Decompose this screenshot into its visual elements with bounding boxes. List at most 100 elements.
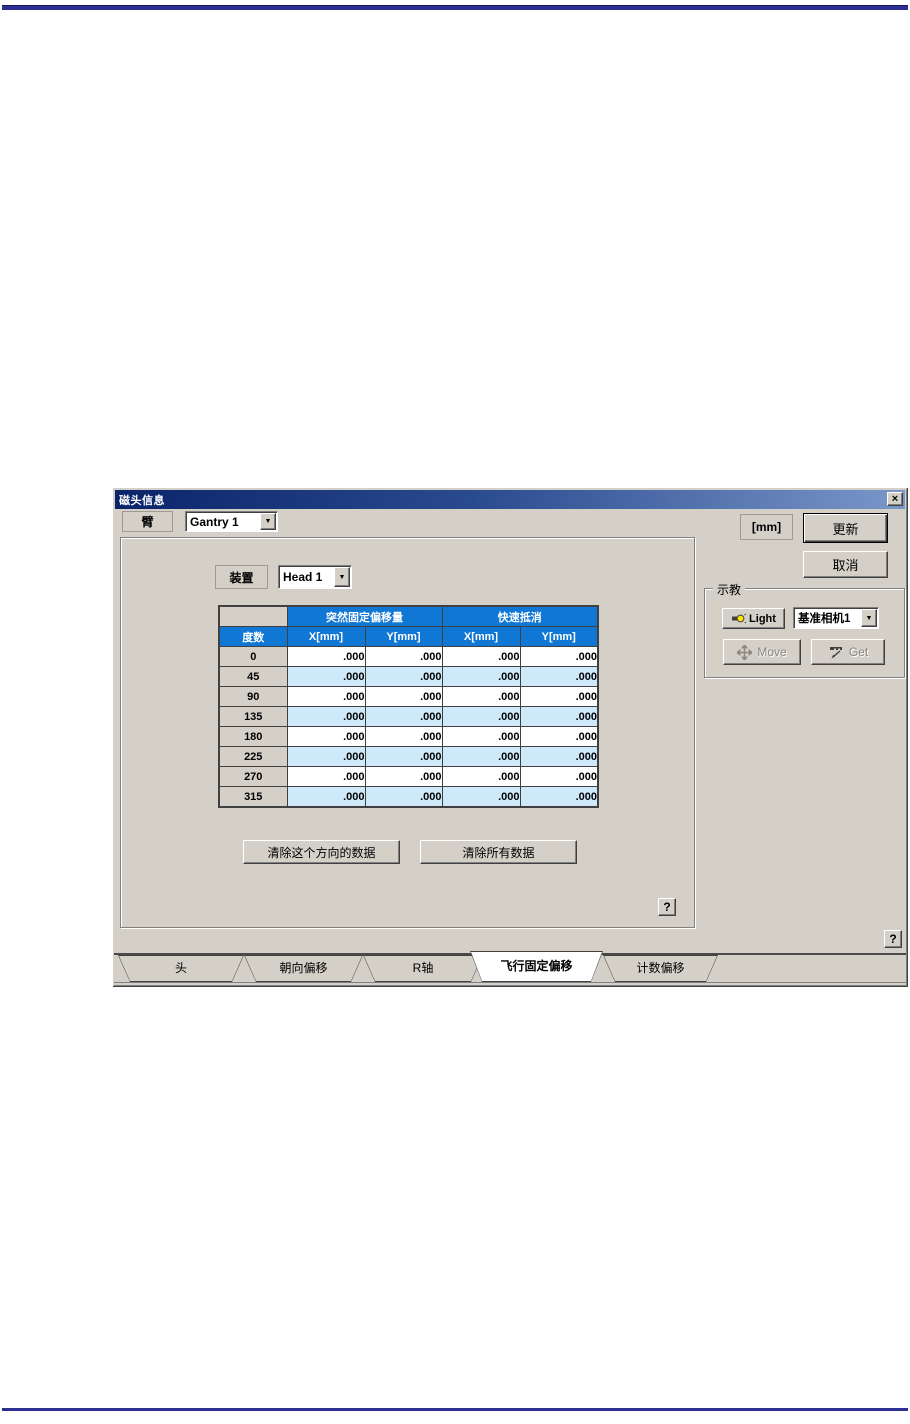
offset-table: 突然固定偏移量 快速抵消 度数 X[mm] Y[mm] X[mm] Y[mm] … <box>218 605 599 808</box>
value-cell[interactable]: .000 <box>519 786 599 808</box>
value-cell[interactable]: .000 <box>364 786 443 808</box>
tab-label: 飞行固定偏移 <box>500 959 573 973</box>
close-icon: × <box>891 493 899 505</box>
help-icon: ? <box>889 932 897 946</box>
value-cell[interactable]: .000 <box>364 766 443 787</box>
degree-cell: 0 <box>218 646 288 667</box>
value-cell[interactable]: .000 <box>441 666 521 687</box>
page-top-rule <box>2 5 908 10</box>
value-cell[interactable]: .000 <box>441 746 521 767</box>
col-header-y1: Y[mm] <box>364 626 443 647</box>
move-icon <box>737 644 753 660</box>
group-header-fixed-offset: 突然固定偏移量 <box>286 605 443 627</box>
value-cell[interactable]: .000 <box>519 766 599 787</box>
degree-cell: 45 <box>218 666 288 687</box>
table-corner-cell <box>218 605 288 627</box>
degree-cell: 315 <box>218 786 288 808</box>
value-cell[interactable]: .000 <box>286 646 366 667</box>
tab-count-offset[interactable]: 计数偏移 <box>603 955 718 982</box>
title-bar[interactable]: 磁头信息 <box>115 490 905 509</box>
tabstrip-bottom-line <box>114 982 906 983</box>
light-button-label: Light <box>749 612 776 625</box>
close-button[interactable]: × <box>887 492 903 506</box>
arm-label: 臂 <box>122 511 173 532</box>
tab-label: 朝向偏移 <box>279 961 328 975</box>
table-row: 90 .000 .000 .000 .000 <box>218 686 599 707</box>
gantry-select[interactable]: Gantry 1 ▼ <box>185 511 278 532</box>
tab-r-axis[interactable]: R轴 <box>363 955 483 982</box>
page-bottom-rule <box>2 1408 908 1411</box>
get-icon <box>829 647 842 659</box>
col-header-degree: 度数 <box>218 626 288 647</box>
degree-cell: 270 <box>218 766 288 787</box>
table-row: 315 .000 .000 .000 .000 <box>218 786 599 808</box>
value-cell[interactable]: .000 <box>519 646 599 667</box>
value-cell[interactable]: .000 <box>364 646 443 667</box>
device-label: 装置 <box>215 565 268 589</box>
help-icon: ? <box>663 900 671 914</box>
group-header-quick-cancel: 快速抵消 <box>441 605 599 627</box>
tab-label: R轴 <box>412 961 434 975</box>
value-cell[interactable]: .000 <box>364 726 443 747</box>
value-cell[interactable]: .000 <box>364 746 443 767</box>
get-button[interactable]: Get <box>811 639 885 665</box>
value-cell[interactable]: .000 <box>286 766 366 787</box>
move-button-label: Move <box>757 645 787 659</box>
flashlight-icon <box>732 613 747 624</box>
value-cell[interactable]: .000 <box>364 666 443 687</box>
help-button-panel[interactable]: ? <box>658 898 676 916</box>
chevron-down-icon[interactable]: ▼ <box>861 609 877 627</box>
value-cell[interactable]: .000 <box>286 686 366 707</box>
degree-cell: 135 <box>218 706 288 727</box>
head-information-dialog: 磁头信息 × 臂 Gantry 1 ▼ [mm] 更新 取消 装置 Head 1… <box>112 487 908 987</box>
value-cell[interactable]: .000 <box>519 686 599 707</box>
dialog-title: 磁头信息 <box>119 494 165 507</box>
col-header-x2: X[mm] <box>441 626 521 647</box>
value-cell[interactable]: .000 <box>286 726 366 747</box>
clear-direction-button[interactable]: 清除这个方向的数据 <box>243 840 400 864</box>
get-button-label: Get <box>848 645 869 659</box>
clear-all-button[interactable]: 清除所有数据 <box>420 840 577 864</box>
value-cell[interactable]: .000 <box>441 646 521 667</box>
tab-head[interactable]: 头 <box>118 955 244 982</box>
cancel-button[interactable]: 取消 <box>803 551 888 578</box>
table-row: 270 .000 .000 .000 .000 <box>218 766 599 787</box>
chevron-down-icon[interactable]: ▼ <box>334 567 350 587</box>
move-button[interactable]: Move <box>723 639 801 665</box>
tab-flight-fixed-offset[interactable]: 飞行固定偏移 <box>470 951 603 982</box>
table-row: 45 .000 .000 .000 .000 <box>218 666 599 687</box>
value-cell[interactable]: .000 <box>519 726 599 747</box>
table-row: 0 .000 .000 .000 .000 <box>218 646 599 667</box>
degree-cell: 225 <box>218 746 288 767</box>
value-cell[interactable]: .000 <box>519 706 599 727</box>
document-page: 磁头信息 × 臂 Gantry 1 ▼ [mm] 更新 取消 装置 Head 1… <box>0 0 910 1424</box>
camera-select[interactable]: 基准相机1 ▼ <box>793 607 879 629</box>
value-cell[interactable]: .000 <box>286 666 366 687</box>
col-header-x1: X[mm] <box>286 626 366 647</box>
value-cell[interactable]: .000 <box>286 746 366 767</box>
head-select[interactable]: Head 1 ▼ <box>278 565 352 589</box>
degree-cell: 90 <box>218 686 288 707</box>
value-cell[interactable]: .000 <box>441 766 521 787</box>
head-select-value: Head 1 <box>283 570 323 584</box>
value-cell[interactable]: .000 <box>441 686 521 707</box>
unit-label: [mm] <box>740 514 793 540</box>
value-cell[interactable]: .000 <box>441 706 521 727</box>
tab-orientation-offset[interactable]: 朝向偏移 <box>244 955 363 982</box>
col-header-y2: Y[mm] <box>519 626 599 647</box>
value-cell[interactable]: .000 <box>286 706 366 727</box>
help-button-dialog[interactable]: ? <box>884 930 902 948</box>
value-cell[interactable]: .000 <box>519 666 599 687</box>
value-cell[interactable]: .000 <box>441 726 521 747</box>
tab-label: 计数偏移 <box>636 961 685 975</box>
update-button[interactable]: 更新 <box>803 513 888 543</box>
chevron-down-icon[interactable]: ▼ <box>260 513 276 530</box>
teach-group-label: 示教 <box>713 581 746 598</box>
value-cell[interactable]: .000 <box>364 686 443 707</box>
value-cell[interactable]: .000 <box>286 786 366 808</box>
light-button[interactable]: Light <box>722 608 785 629</box>
value-cell[interactable]: .000 <box>364 706 443 727</box>
value-cell[interactable]: .000 <box>441 786 521 808</box>
value-cell[interactable]: .000 <box>519 746 599 767</box>
tab-label: 头 <box>174 961 187 975</box>
